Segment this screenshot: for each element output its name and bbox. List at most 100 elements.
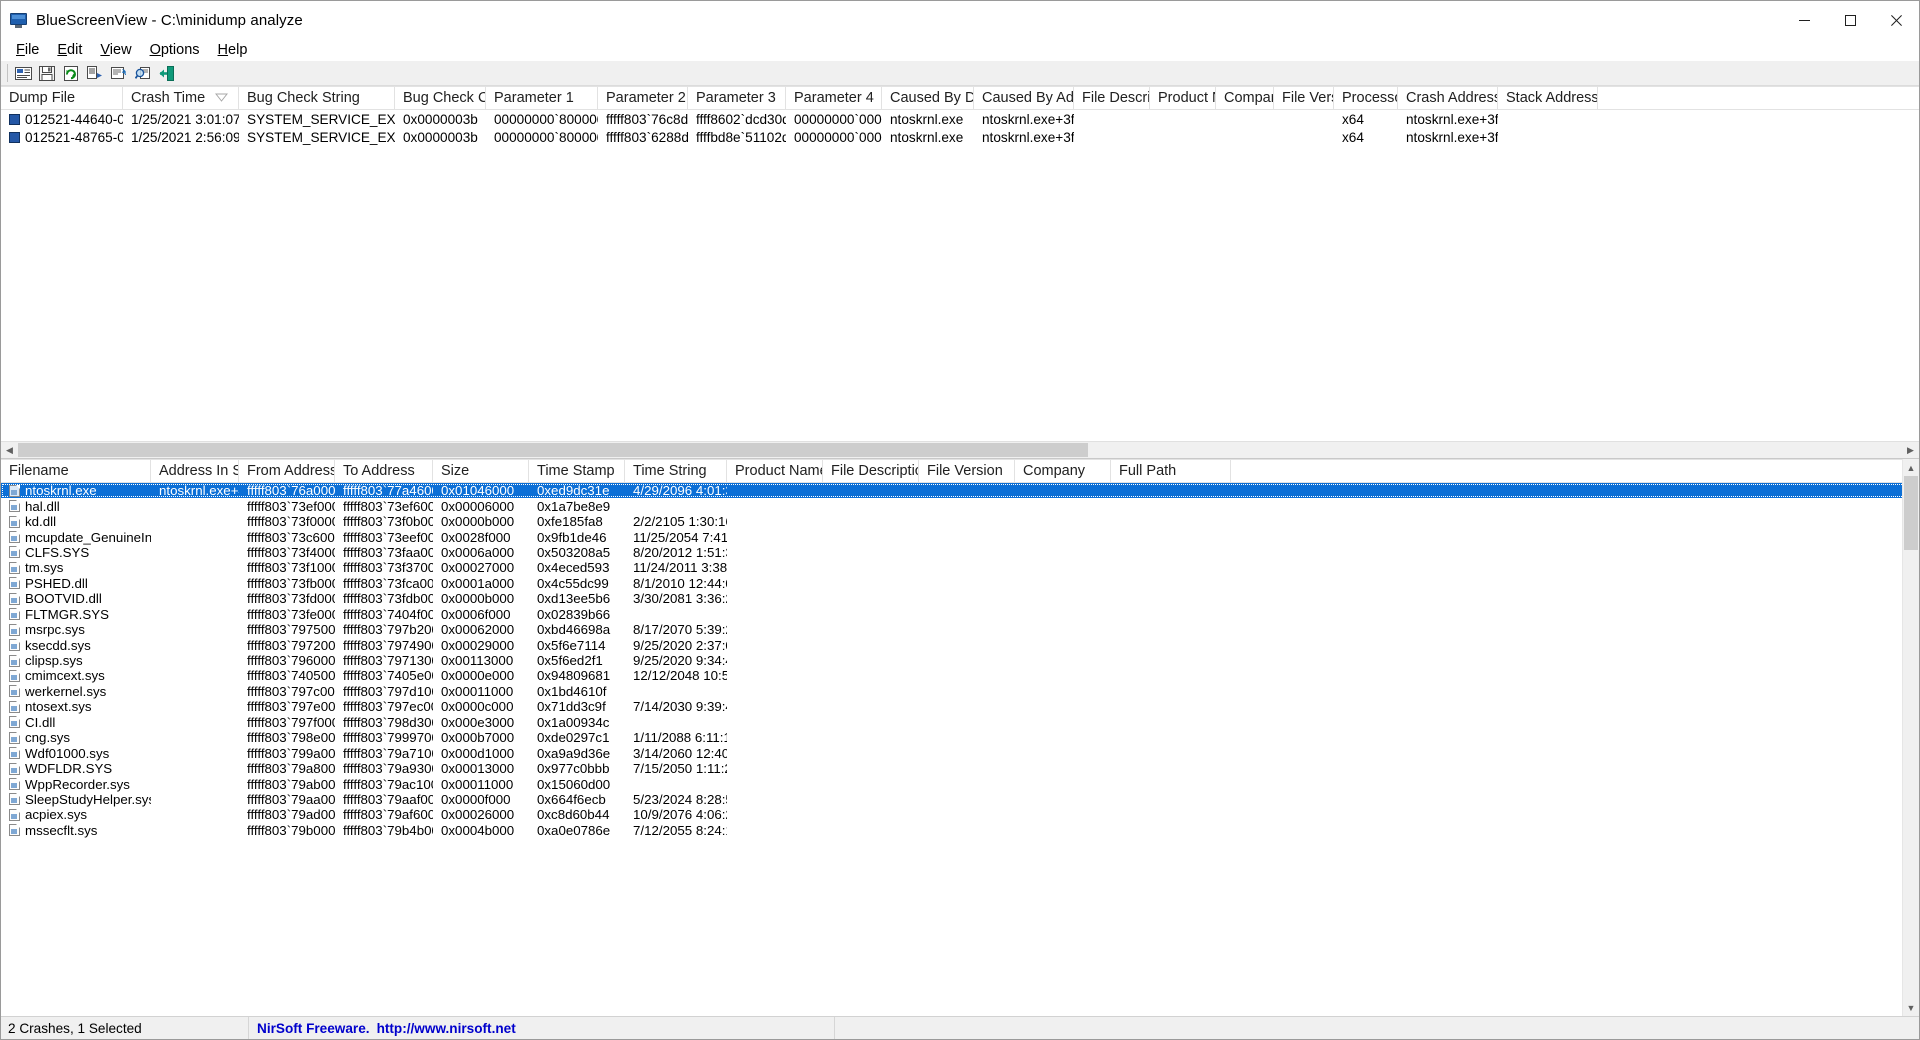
crash-header-product-name[interactable]: Product Name <box>1150 87 1216 109</box>
crash-header-caused-by-driver[interactable]: Caused By Driver <box>882 87 974 109</box>
driver-row[interactable]: mcupdate_GenuineIntel.dll fffff803`73c600… <box>1 529 1919 545</box>
hscroll-right-arrow[interactable]: ▶ <box>1902 442 1919 458</box>
driver-file-icon <box>9 639 20 652</box>
driver-header-to-address[interactable]: To Address <box>335 460 433 482</box>
driver-cell-size: 0x0000e000 <box>441 668 515 684</box>
driver-row[interactable]: Wdf01000.sys fffff803`799a0000 fffff803`79… <box>1 745 1919 761</box>
driver-row[interactable]: ksecdd.sys fffff803`79720000 fffff803`7974… <box>1 637 1919 653</box>
crash-header-dump-file[interactable]: Dump File <box>1 87 123 109</box>
crash-header-crash-time[interactable]: Crash Time <box>123 87 239 109</box>
driver-cell-time-stamp: 0x1a7be8e9 <box>537 498 611 514</box>
column-label: Parameter 2 <box>606 90 686 106</box>
driver-row[interactable]: cmimcext.sys fffff803`74050000 fffff803`74… <box>1 668 1919 683</box>
status-nirsoft[interactable]: NirSoft Freeware. http://www.nirsoft.net <box>249 1017 835 1039</box>
driver-row[interactable]: FLTMGR.SYS fffff803`73fe0000 fffff803`7404… <box>1 607 1919 622</box>
crash-header-parameter-1[interactable]: Parameter 1 <box>486 87 598 109</box>
driver-row[interactable]: tm.sys fffff803`73f10000 fffff803`73f37000… <box>1 560 1919 575</box>
menu-options[interactable]: Options <box>141 40 209 60</box>
hscroll-left-arrow[interactable]: ◀ <box>1 442 18 458</box>
html-report-icon[interactable] <box>107 62 131 85</box>
crash-header-parameter-3[interactable]: Parameter 3 <box>688 87 786 109</box>
vscroll-down-arrow[interactable]: ▼ <box>1903 999 1919 1016</box>
driver-row[interactable]: acpiex.sys fffff803`79ad0000 fffff803`79af… <box>1 807 1919 822</box>
driver-header-file-version[interactable]: File Version <box>919 460 1015 482</box>
driver-row[interactable]: CI.dll fffff803`797f0000 fffff803`798d3000… <box>1 715 1919 730</box>
crash-header-file-version[interactable]: File Version <box>1274 87 1334 109</box>
crash-header-file-description[interactable]: File Description <box>1074 87 1150 109</box>
crash-header-crash-address[interactable]: Crash Address <box>1398 87 1498 109</box>
driver-row[interactable]: BOOTVID.dll fffff803`73fd0000 fffff803`73f… <box>1 591 1919 606</box>
crash-header-stack-address-1[interactable]: Stack Address 1 <box>1498 87 1598 109</box>
driver-row[interactable]: ntosext.sys fffff803`797e0000 fffff803`797… <box>1 699 1919 714</box>
driver-file-icon <box>9 700 20 713</box>
menu-help[interactable]: Help <box>209 40 257 60</box>
crash-header-company[interactable]: Company <box>1216 87 1274 109</box>
crash-header-caused-by-address[interactable]: Caused By Address <box>974 87 1074 109</box>
driver-header-full-path[interactable]: Full Path <box>1111 460 1231 482</box>
menu-edit[interactable]: Edit <box>48 40 91 60</box>
close-button[interactable] <box>1873 1 1919 39</box>
crash-cell-bug-check-string: SYSTEM_SERVICE_EXCEPTION <box>247 111 395 127</box>
driver-header-from-address[interactable]: From Address <box>239 460 335 482</box>
vscroll-up-arrow[interactable]: ▲ <box>1903 459 1919 476</box>
driver-row[interactable]: PSHED.dll fffff803`73fb0000 fffff803`73fca… <box>1 576 1919 591</box>
driver-header-filename[interactable]: Filename <box>1 460 151 482</box>
driver-row[interactable]: WppRecorder.sys fffff803`79ab0000 fffff803… <box>1 776 1919 792</box>
driver-row[interactable]: cng.sys fffff803`798e0000 fffff803`7999700… <box>1 730 1919 745</box>
crash-list-body[interactable]: 012521-44640-01.dmp 1/25/2021 3:01:07 PM S… <box>1 110 1919 441</box>
driver-header-address-in-st[interactable]: Address In St... <box>151 460 239 482</box>
driver-header-file-description[interactable]: File Description <box>823 460 919 482</box>
crash-row[interactable]: 012521-44640-01.dmp 1/25/2021 3:01:07 PM S… <box>1 110 1919 128</box>
hscroll-thumb[interactable] <box>18 443 1088 457</box>
driver-list-vscrollbar[interactable]: ▲ ▼ <box>1902 459 1919 1016</box>
driver-row[interactable]: WDFLDR.SYS fffff803`79a80000 fffff803`79a9… <box>1 761 1919 776</box>
copy-icon[interactable] <box>83 62 107 85</box>
exit-icon[interactable] <box>155 62 179 85</box>
crash-header-bug-check-string[interactable]: Bug Check String <box>239 87 395 109</box>
hscroll-track[interactable] <box>18 442 1902 458</box>
crash-header-parameter-2[interactable]: Parameter 2 <box>598 87 688 109</box>
maximize-button[interactable] <box>1827 1 1873 39</box>
crash-list-hscrollbar[interactable]: ◀ ▶ <box>1 441 1919 458</box>
driver-row[interactable]: hal.dll fffff803`73ef0000 fffff803`73ef600… <box>1 498 1919 514</box>
status-bar: 2 Crashes, 1 Selected NirSoft Freeware. … <box>1 1016 1919 1039</box>
driver-row[interactable]: CLFS.SYS fffff803`73f40000 fffff803`73faa0… <box>1 545 1919 560</box>
driver-cell-time-string: 5/23/2024 8:28:59 ... <box>633 791 727 807</box>
driver-cell-to-address: fffff803`73f37000 <box>343 560 433 576</box>
properties-icon[interactable] <box>11 62 35 85</box>
save-icon[interactable] <box>35 62 59 85</box>
driver-row-selected[interactable]: ntoskrnl.exe ntoskrnl.exe+407169 fffff803`… <box>1 483 1919 499</box>
crash-row[interactable]: 012521-48765-01.dmp 1/25/2021 2:56:09 PM S… <box>1 128 1919 146</box>
driver-row[interactable]: msrpc.sys fffff803`79750000 fffff803`797b2… <box>1 622 1919 637</box>
driver-row[interactable]: kd.dll fffff803`73f00000 fffff803`73f0b000… <box>1 514 1919 529</box>
driver-cell-time-string: 12/12/2048 10:51:4... <box>633 668 727 684</box>
driver-row[interactable]: clipsp.sys fffff803`79600000 fffff803`7971… <box>1 653 1919 668</box>
column-label: Crash Address <box>1406 90 1498 106</box>
crash-cell-bug-check-string: SYSTEM_SERVICE_EXCEPTION <box>247 129 395 145</box>
driver-header-company[interactable]: Company <box>1015 460 1111 482</box>
find-icon[interactable] <box>131 62 155 85</box>
vscroll-track[interactable] <box>1903 476 1919 999</box>
vscroll-thumb[interactable] <box>1904 476 1918 550</box>
menu-file[interactable]: File <box>7 40 48 60</box>
driver-header-time-stamp[interactable]: Time Stamp <box>529 460 625 482</box>
minimize-button[interactable] <box>1781 1 1827 39</box>
driver-header-size[interactable]: Size <box>433 460 529 482</box>
nirsoft-website-link[interactable]: http://www.nirsoft.net <box>377 1021 516 1036</box>
crash-header-parameter-4[interactable]: Parameter 4 <box>786 87 882 109</box>
driver-cell-from-address: fffff803`73f10000 <box>247 560 335 576</box>
column-label: Parameter 4 <box>794 90 874 106</box>
driver-row[interactable]: werkernel.sys fffff803`797c0000 fffff803`7… <box>1 684 1919 699</box>
refresh-icon[interactable] <box>59 62 83 85</box>
driver-row[interactable]: SleepStudyHelper.sys fffff803`79aa0000 fff… <box>1 792 1919 807</box>
crash-cell-processor: x64 <box>1342 129 1364 145</box>
crash-header-bug-check-code[interactable]: Bug Check Code <box>395 87 486 109</box>
driver-filename-label: cmimcext.sys <box>25 668 105 684</box>
driver-header-product-name[interactable]: Product Name <box>727 460 823 482</box>
crash-header-processor[interactable]: Processor <box>1334 87 1398 109</box>
driver-list-body[interactable]: ntoskrnl.exe ntoskrnl.exe+407169 fffff803`… <box>1 483 1919 1016</box>
driver-file-icon <box>9 762 20 775</box>
menu-view[interactable]: View <box>91 40 140 60</box>
driver-row[interactable]: mssecflt.sys fffff803`79b00000 fffff803`79… <box>1 823 1919 838</box>
driver-header-time-string[interactable]: Time String <box>625 460 727 482</box>
